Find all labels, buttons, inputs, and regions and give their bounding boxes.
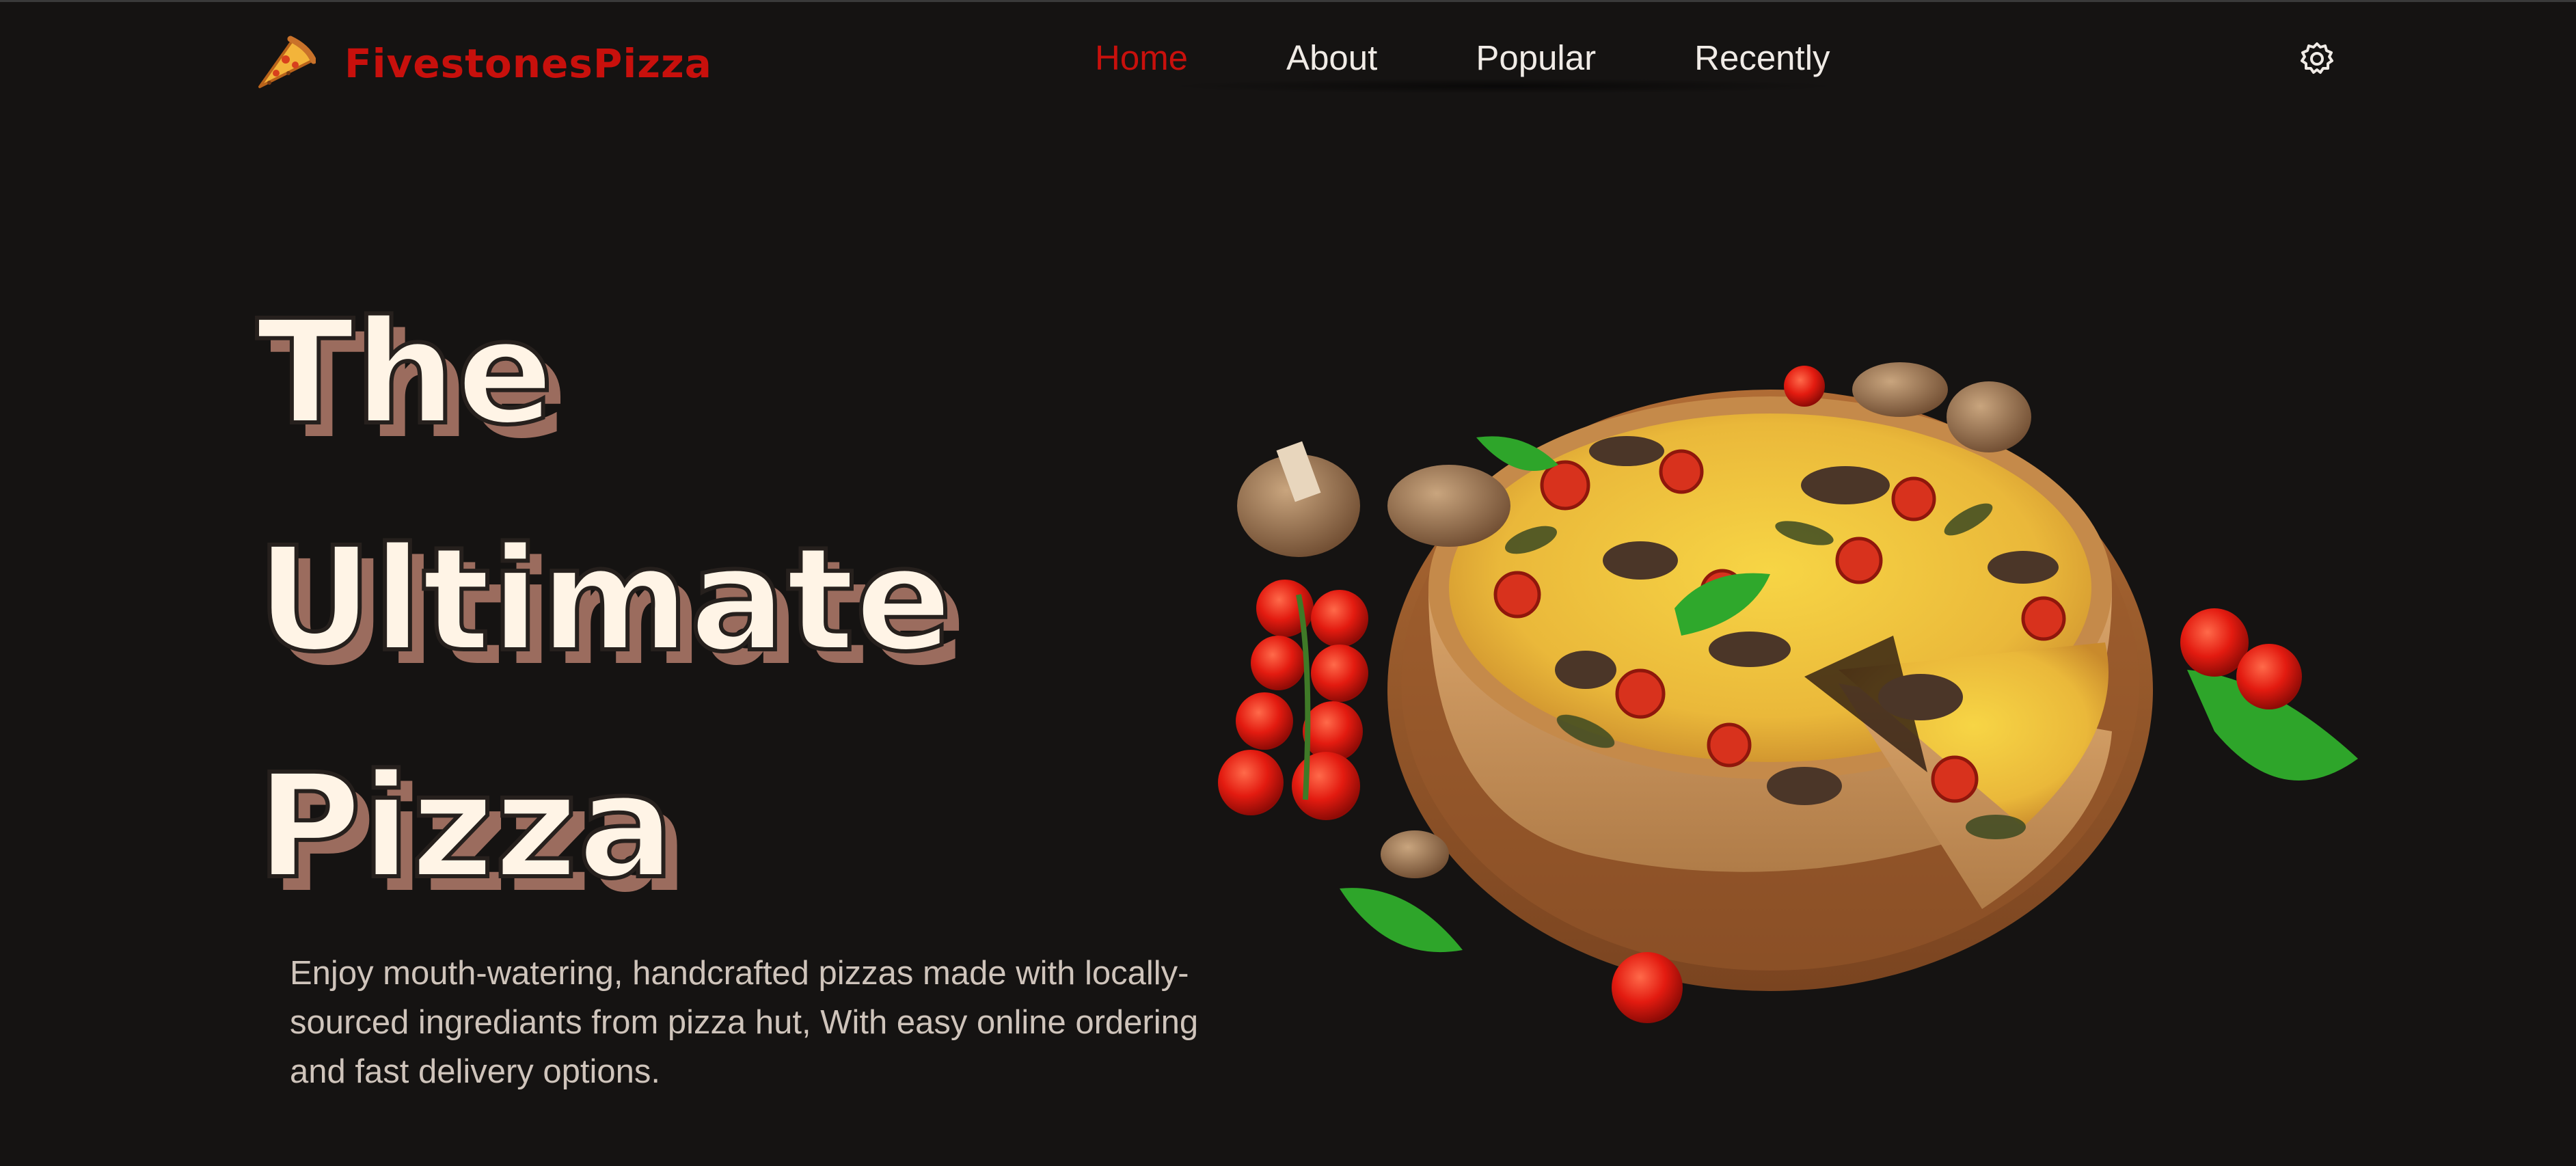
top-border [0, 0, 2576, 2]
pizza-slice-icon [258, 36, 316, 88]
nav-shadow [1162, 79, 1845, 94]
nav-link-home[interactable]: Home [1095, 36, 1188, 81]
quiche-pizza-image [1218, 362, 2358, 1023]
hero-title-line-1: The [254, 287, 556, 459]
main-nav: Home About Popular Recently [1095, 36, 1830, 81]
brand[interactable]: FivestonesPizza [253, 33, 712, 94]
nav-link-about[interactable]: About [1286, 36, 1377, 81]
hero-title-line-2: Ultimate [254, 514, 954, 686]
gear-icon[interactable] [2298, 40, 2336, 78]
brand-name: FivestonesPizza [344, 40, 712, 87]
nav-link-popular[interactable]: Popular [1476, 36, 1596, 81]
hero-title: The Ultimate Pizza [254, 260, 954, 940]
hero-title-line-3: Pizza [254, 741, 677, 912]
nav-link-recently[interactable]: Recently [1694, 36, 1830, 81]
hero-description: Enjoy mouth-watering, handcrafted pizzas… [290, 955, 1199, 1090]
